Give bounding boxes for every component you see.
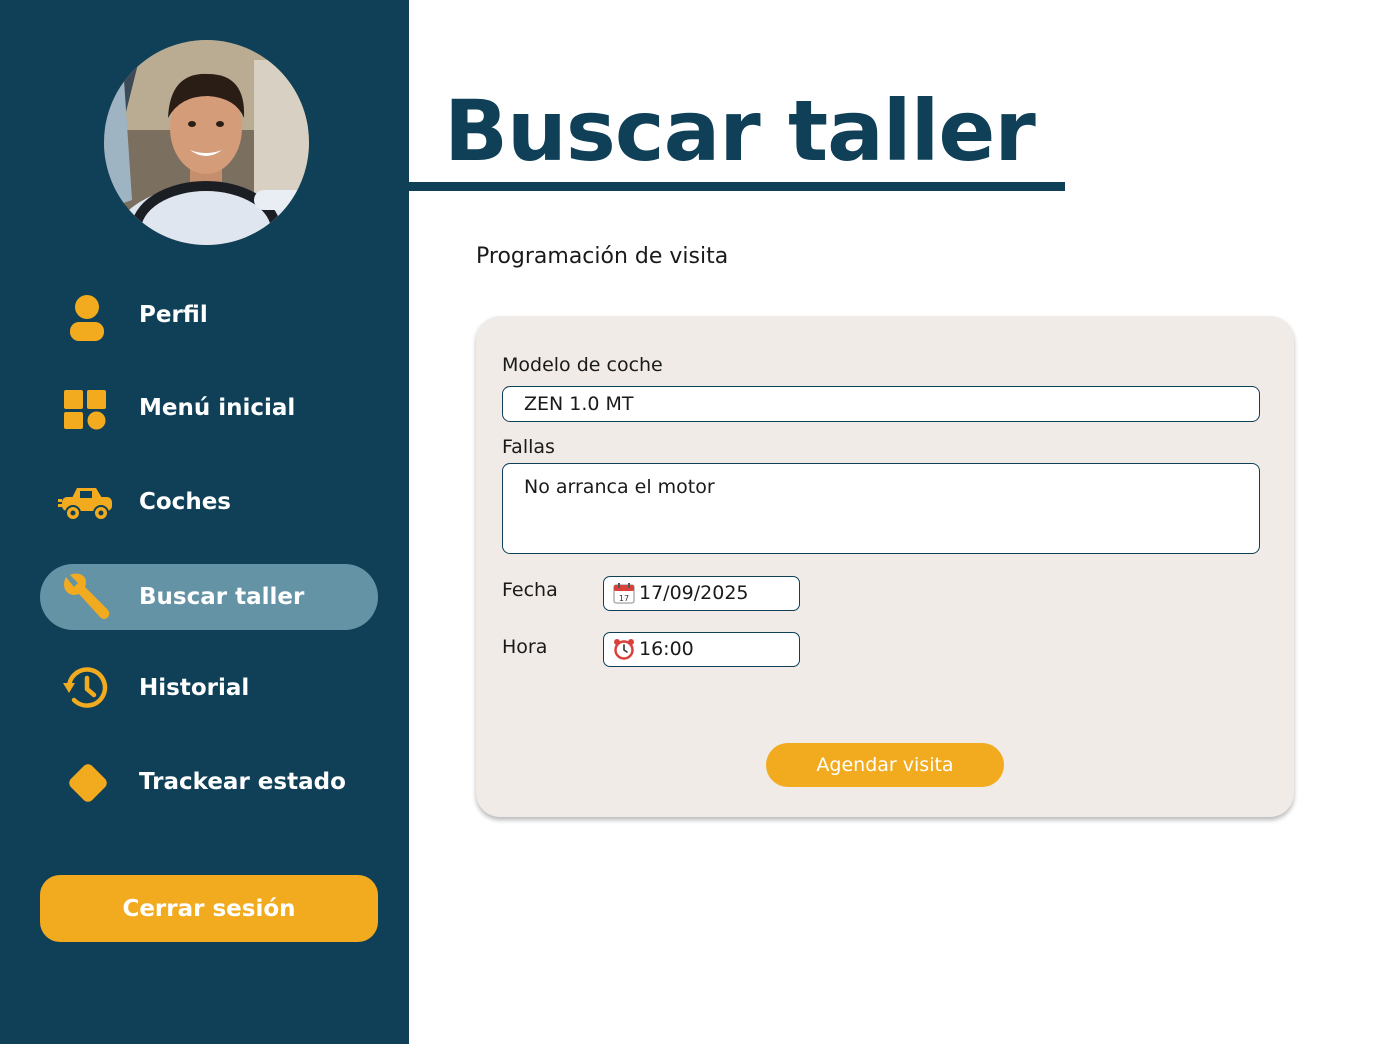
sidebar-item-perfil[interactable]: Perfil — [40, 282, 378, 348]
wrench-icon — [60, 573, 112, 619]
sidebar-item-buscar-taller[interactable]: Buscar taller — [40, 564, 378, 630]
sidebar-item-label: Menú inicial — [139, 395, 296, 421]
date-label: Fecha — [502, 579, 558, 601]
avatar[interactable] — [104, 40, 309, 245]
svg-text:17: 17 — [619, 594, 629, 603]
avatar-photo — [104, 40, 309, 245]
user-icon — [60, 295, 112, 341]
title-underline — [409, 182, 1065, 191]
section-heading: Programación de visita — [476, 244, 729, 269]
sidebar-item-menu-inicial[interactable]: Menú inicial — [40, 375, 378, 441]
dashboard-icon — [60, 388, 112, 430]
schedule-visit-button[interactable]: Agendar visita — [766, 743, 1004, 787]
car-icon — [58, 482, 112, 522]
date-picker[interactable]: 17 17/09/2025 — [603, 576, 800, 611]
time-label: Hora — [502, 636, 548, 658]
calendar-icon: 17 — [613, 582, 635, 604]
alarm-clock-icon — [613, 638, 635, 660]
sidebar-item-label: Trackear estado — [139, 769, 346, 795]
date-value: 17/09/2025 — [639, 582, 749, 604]
history-icon — [60, 665, 112, 708]
sidebar-item-label: Buscar taller — [139, 584, 305, 610]
faults-textarea[interactable]: No arranca el motor — [502, 463, 1260, 554]
sidebar-item-label: Historial — [139, 675, 250, 701]
logout-button[interactable]: Cerrar sesión — [40, 875, 378, 942]
sidebar: Perfil Menú inicial Coches Buscar taller… — [0, 0, 409, 1044]
sidebar-item-label: Coches — [139, 489, 231, 515]
time-picker[interactable]: 16:00 — [603, 632, 800, 667]
sidebar-item-coches[interactable]: Coches — [40, 469, 378, 535]
time-value: 16:00 — [639, 638, 694, 660]
schedule-visit-form: Modelo de coche Fallas No arranca el mot… — [476, 316, 1294, 817]
sidebar-item-label: Perfil — [139, 302, 208, 328]
car-model-label: Modelo de coche — [502, 354, 663, 376]
sidebar-item-historial[interactable]: Historial — [40, 655, 378, 721]
diamond-icon — [60, 761, 112, 802]
page-title: Buscar taller — [444, 82, 1036, 180]
faults-label: Fallas — [502, 436, 555, 458]
car-model-input[interactable] — [502, 386, 1260, 422]
sidebar-item-trackear-estado[interactable]: Trackear estado — [40, 749, 378, 815]
